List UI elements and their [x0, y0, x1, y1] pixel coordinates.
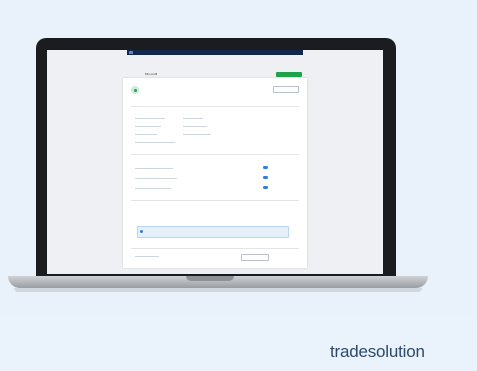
- field-placeholder: [135, 118, 165, 119]
- info-icon: [140, 230, 143, 233]
- laptop-screen: Min profil: [47, 50, 383, 274]
- toggle-switch[interactable]: [263, 186, 268, 189]
- field-placeholder: [183, 134, 211, 135]
- field-placeholder: [135, 126, 161, 127]
- page-title: Min profil: [145, 72, 158, 76]
- laptop-notch: [186, 276, 234, 281]
- setting-placeholder: [135, 188, 171, 189]
- divider: [131, 200, 299, 201]
- status-icon: [133, 88, 137, 92]
- profile-card: [123, 78, 307, 268]
- field-placeholder: [135, 142, 175, 143]
- create-button[interactable]: [276, 72, 302, 77]
- brand-logo: tradesolution: [330, 342, 425, 361]
- field-placeholder: [183, 118, 203, 119]
- divider: [131, 248, 299, 249]
- info-box: [137, 226, 289, 238]
- edit-profile-button[interactable]: [273, 86, 299, 93]
- divider: [131, 106, 299, 107]
- laptop-shadow: [14, 288, 422, 292]
- footer-placeholder: [135, 256, 159, 257]
- setting-placeholder: [135, 168, 173, 169]
- toggle-switch[interactable]: [263, 166, 268, 169]
- avatar: [131, 86, 139, 94]
- divider: [131, 154, 299, 155]
- app-topbar: [127, 50, 303, 55]
- footer-button[interactable]: [241, 254, 269, 261]
- toggle-switch[interactable]: [263, 176, 268, 179]
- setting-placeholder: [135, 178, 177, 179]
- app-logo-icon: [129, 51, 133, 54]
- field-placeholder: [183, 126, 207, 127]
- field-placeholder: [135, 134, 157, 135]
